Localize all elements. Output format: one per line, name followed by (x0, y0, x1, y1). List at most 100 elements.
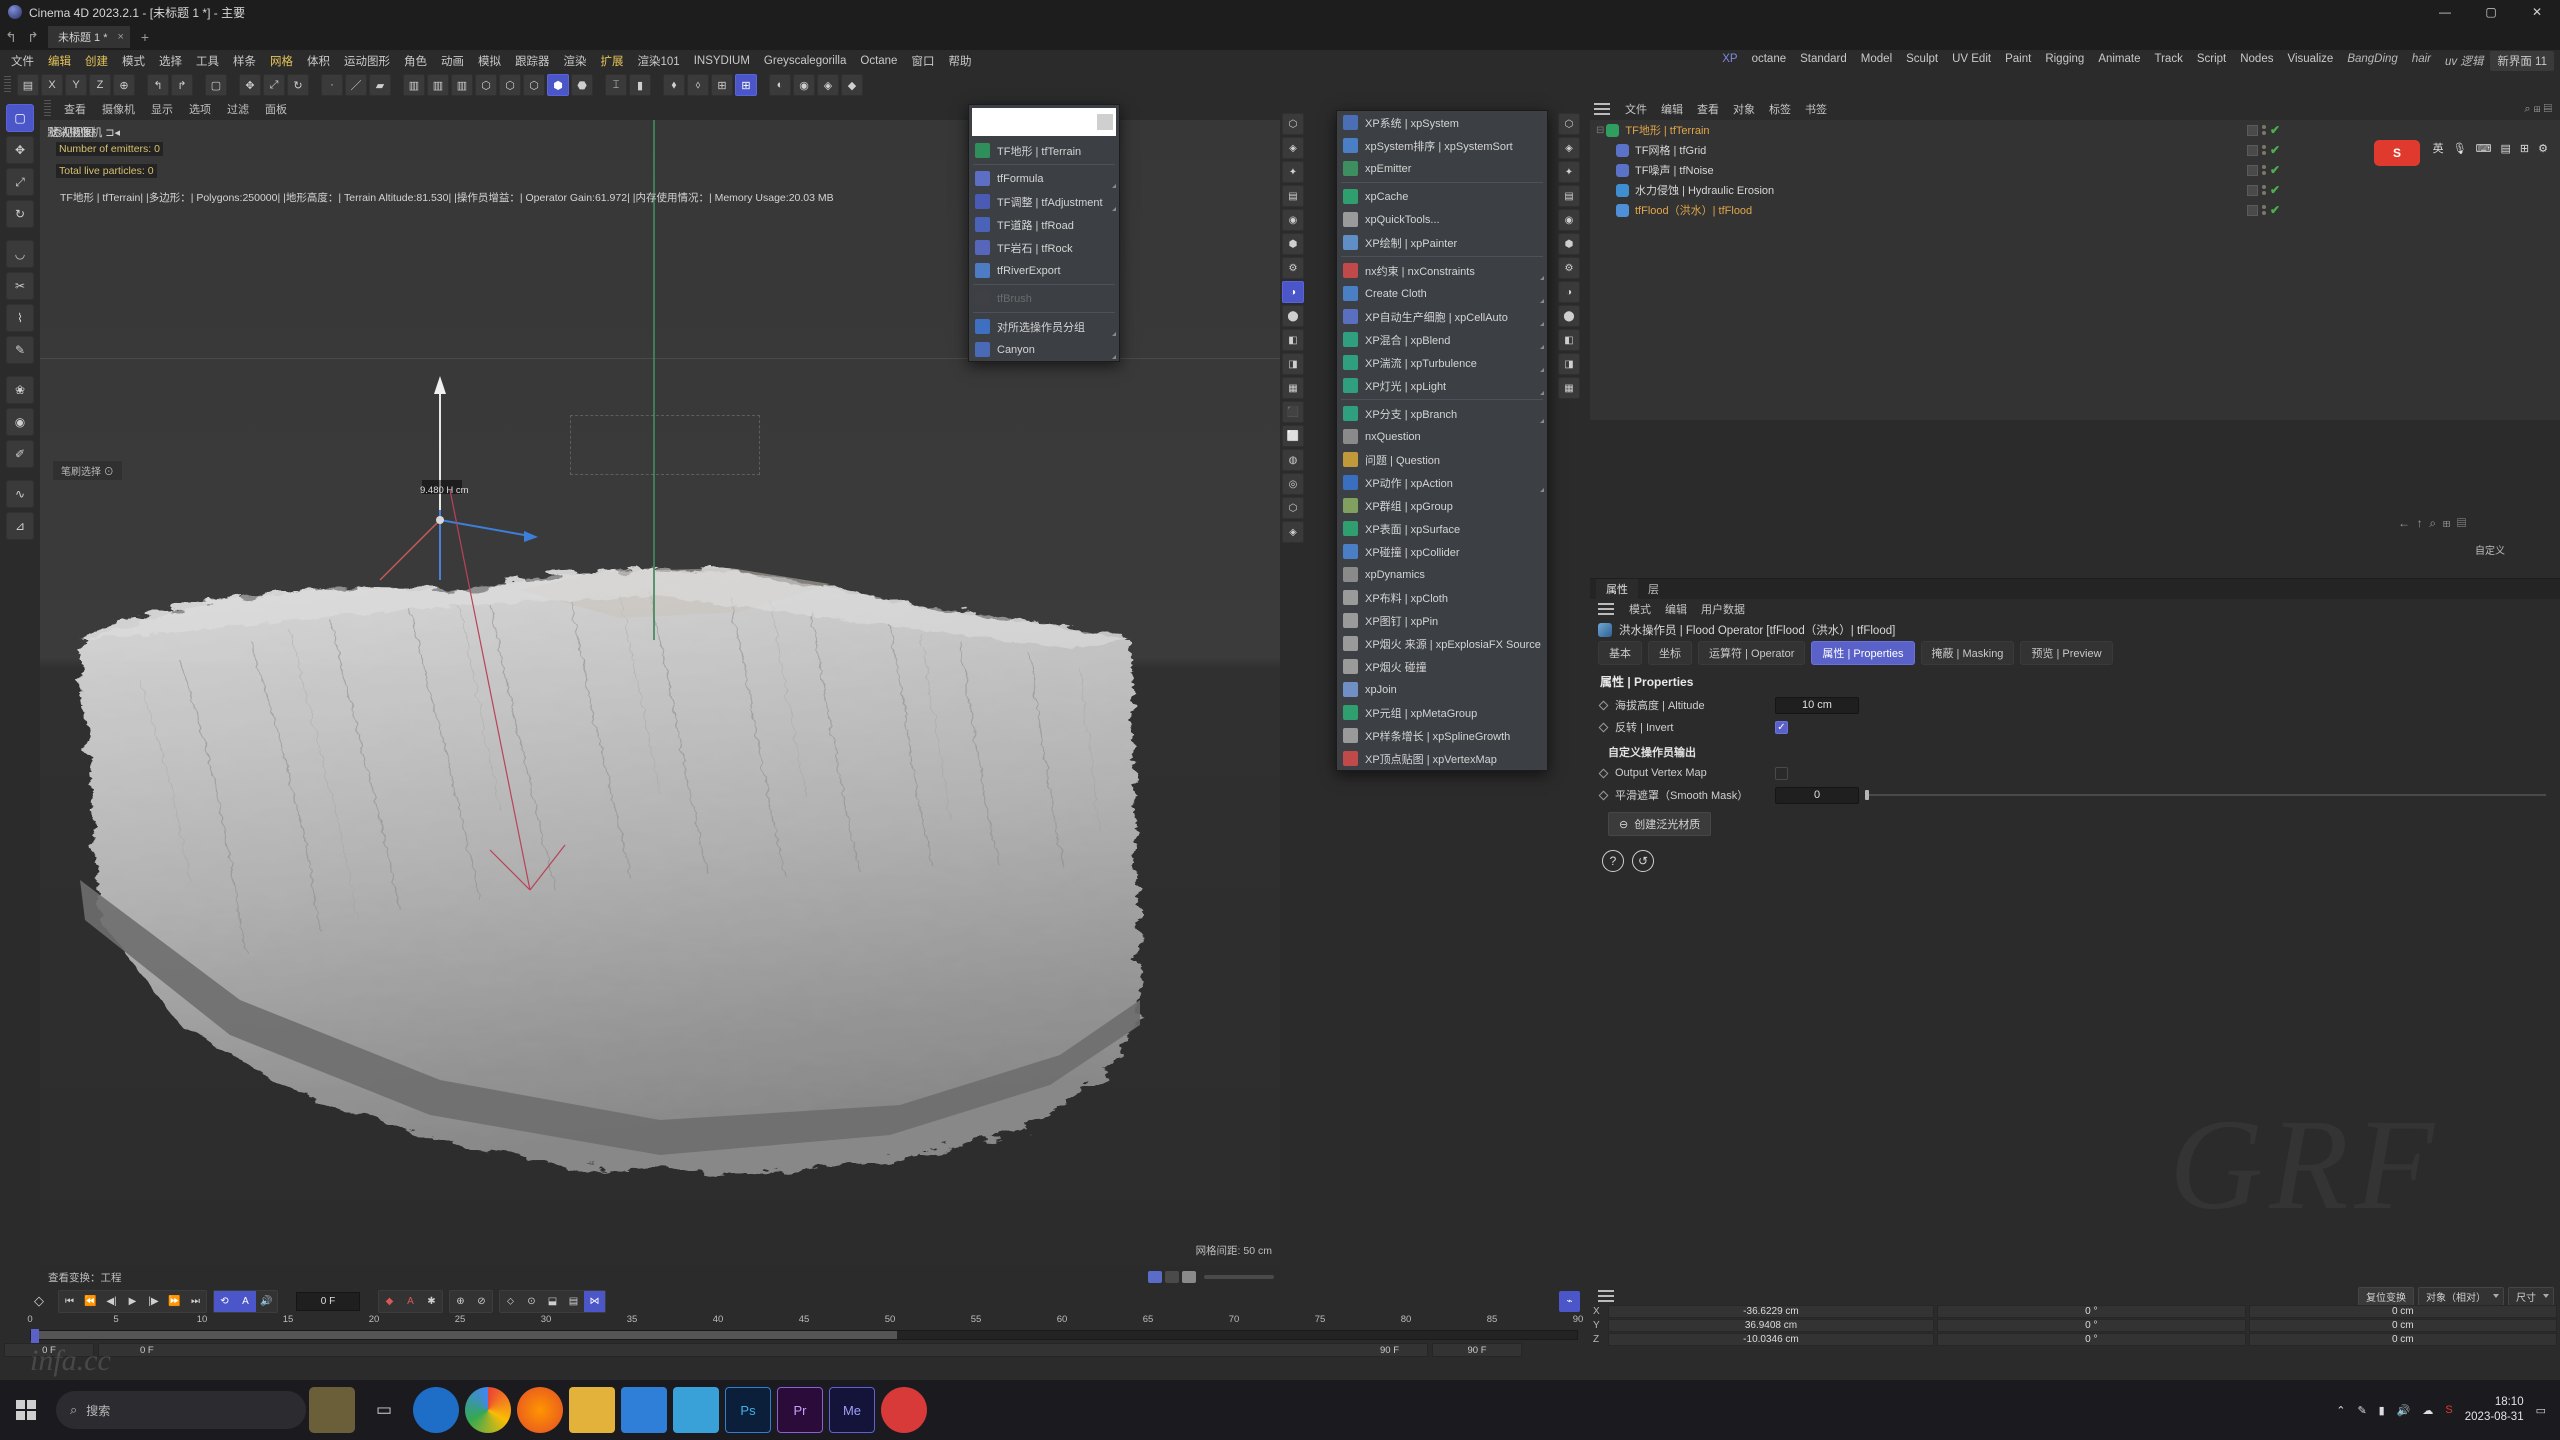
cloud-icon[interactable]: ☁ (2422, 1404, 2433, 1417)
menu-item-4[interactable]: 选择 (152, 51, 189, 71)
vtool2-button-7[interactable]: ◑ (1558, 281, 1580, 303)
layout-tab-14[interactable]: hair (2405, 51, 2438, 71)
vtool1-button-10[interactable]: ◨ (1282, 353, 1304, 375)
snap2-icon[interactable]: ⬡ (499, 74, 521, 96)
menu-item-8[interactable]: 体积 (300, 51, 337, 71)
ime-lang-label[interactable]: 英 (2433, 140, 2444, 156)
keyframe-diamond-icon[interactable] (1598, 768, 1609, 778)
create-bloom-material-button[interactable]: ⊖ 创建泛光材质 (1608, 812, 1712, 836)
xp-menu-item-5[interactable]: XP绘制 | xpPainter (1337, 231, 1547, 254)
tag-icon[interactable] (2246, 204, 2258, 216)
document-tab[interactable]: 未标题 1 * × (48, 26, 130, 48)
viewport-menu-3[interactable]: 选项 (181, 101, 219, 117)
key-scale-toggle[interactable]: ⬦ (500, 1291, 521, 1312)
xp-menu-item-10[interactable]: XP湍流 | xpTurbulence (1337, 351, 1547, 374)
taskbar-thumbnail[interactable] (309, 1387, 355, 1433)
vtool2-button-4[interactable]: ◉ (1558, 209, 1580, 231)
move-lock-icon[interactable]: ▤ (17, 74, 39, 96)
poly-mode-icon[interactable]: ▰ (369, 74, 391, 96)
add-tab-icon[interactable]: + (134, 26, 156, 48)
tf-menu-item-5[interactable]: tfRiverExport (969, 259, 1119, 282)
layout-tab-8[interactable]: Animate (2091, 51, 2147, 71)
workplane-icon[interactable]: ⌶ (605, 74, 627, 96)
tf-menu-item-4[interactable]: TF岩石 | tfRock (969, 236, 1119, 259)
xp-menu-item-16[interactable]: XP群组 | xpGroup (1337, 494, 1547, 517)
tag-icon[interactable] (2246, 124, 2258, 136)
enable-check-icon[interactable]: ✔ (2270, 183, 2280, 197)
menu-item-20[interactable]: 窗口 (904, 51, 941, 71)
xp-menu-item-3[interactable]: xpCache (1337, 185, 1547, 208)
layout-tab-13[interactable]: BangDing (2340, 51, 2405, 71)
xp-menu-item-8[interactable]: XP自动生产细胞 | xpCellAuto (1337, 305, 1547, 328)
menu-item-14[interactable]: 渲染 (557, 51, 594, 71)
vtool2-button-10[interactable]: ◨ (1558, 353, 1580, 375)
mic-icon[interactable]: 🎙 (2453, 142, 2467, 155)
vtool2-button-9[interactable]: ◧ (1558, 329, 1580, 351)
preview-end-field[interactable]: 90 F (1432, 1343, 1522, 1357)
store-icon[interactable] (673, 1387, 719, 1433)
xp-menu-item-15[interactable]: XP动作 | xpAction (1337, 471, 1547, 494)
view-layout-icon-3[interactable] (1182, 1271, 1196, 1283)
loop-toggle[interactable]: ⟲ (214, 1290, 235, 1312)
menu-item-0[interactable]: 文件 (4, 51, 41, 71)
vtool1-button-16[interactable]: ⬡ (1282, 497, 1304, 519)
menu-item-7[interactable]: 网格 (263, 51, 300, 71)
record-keyframe-icon[interactable]: ◇ (26, 1288, 52, 1314)
object-row-0[interactable]: ⊟ TF地形 | tfTerrain ✔ (1590, 120, 2560, 140)
xp-menu-item-27[interactable]: XP顶点贴图 | xpVertexMap (1337, 747, 1547, 770)
xp-menu-item-17[interactable]: XP表面 | xpSurface (1337, 517, 1547, 540)
om-menu-4[interactable]: 标签 (1762, 101, 1798, 117)
layout-tab-2[interactable]: Standard (1793, 51, 1854, 71)
transport-button-3[interactable]: ▶ (122, 1291, 143, 1312)
record-icon[interactable] (881, 1387, 927, 1433)
visibility-dots[interactable] (2261, 125, 2266, 135)
coordinate-mode-select[interactable]: 对象（相对） (2418, 1286, 2504, 1306)
rot-field[interactable]: 0 ° (1937, 1318, 2246, 1332)
object-row-4[interactable]: tfFlood（洪水）| tfFlood ✔ (1590, 200, 2560, 220)
keyframe-diamond-icon[interactable] (1598, 790, 1609, 800)
key-rotation-toggle[interactable]: ⊘ (471, 1291, 492, 1312)
view-layout-icon-1[interactable] (1148, 1271, 1162, 1283)
layout-tab-0[interactable]: XP (1715, 51, 1744, 71)
y-axis-icon[interactable]: Y (65, 74, 87, 96)
menu-item-11[interactable]: 动画 (434, 51, 471, 71)
menu-item-5[interactable]: 工具 (189, 51, 226, 71)
menu-item-1[interactable]: 编辑 (41, 51, 78, 71)
vtool1-button-13[interactable]: ⬜ (1282, 425, 1304, 447)
vtool1-button-3[interactable]: ▤ (1282, 185, 1304, 207)
rotate-icon[interactable]: ↻ (287, 74, 309, 96)
menu-item-10[interactable]: 角色 (397, 51, 434, 71)
network-icon[interactable]: ▮ (2379, 1404, 2385, 1417)
rot-field[interactable]: 0 ° (1937, 1332, 2246, 1346)
mat2-icon[interactable]: ◆ (841, 74, 863, 96)
task-view-icon[interactable]: ▭ (361, 1387, 407, 1433)
visibility-dots[interactable] (2261, 165, 2266, 175)
dropdown-search-box[interactable] (972, 108, 1116, 136)
om-menu-3[interactable]: 对象 (1726, 101, 1762, 117)
snap3-icon[interactable]: ⬡ (523, 74, 545, 96)
snap1-icon[interactable]: ⬡ (475, 74, 497, 96)
layout-tab-5[interactable]: UV Edit (1945, 51, 1998, 71)
premiere-icon[interactable]: Pr (777, 1387, 823, 1433)
keyframe-diamond-icon[interactable] (1598, 700, 1609, 710)
vtool1-button-11[interactable]: ▦ (1282, 377, 1304, 399)
menu-item-9[interactable]: 运动图形 (337, 51, 397, 71)
transport-button-4[interactable]: |▶ (143, 1291, 164, 1312)
xp-menu-item-12[interactable]: XP分支 | xpBranch (1337, 402, 1547, 425)
panel-icon[interactable]: ▤ (2501, 142, 2511, 155)
layout-tab-3[interactable]: Model (1854, 51, 1899, 71)
x-axis-icon[interactable]: X (41, 74, 63, 96)
mail-icon[interactable] (621, 1387, 667, 1433)
transport-button-6[interactable]: ⏭ (185, 1291, 206, 1312)
key-pla-toggle[interactable]: ⬓ (542, 1291, 563, 1312)
media-encoder-icon[interactable]: Me (829, 1387, 875, 1433)
menu-item-13[interactable]: 跟踪器 (508, 51, 557, 71)
record-button[interactable]: ◆ (379, 1291, 400, 1312)
new-layout-button[interactable]: 新界面 11 (2490, 51, 2554, 71)
render1-icon[interactable]: ◐ (769, 74, 791, 96)
key-anim-toggle[interactable]: ⋈ (584, 1290, 605, 1312)
om-menu-1[interactable]: 编辑 (1654, 101, 1690, 117)
search-clear-icon[interactable] (1097, 114, 1113, 130)
taskbar-clock[interactable]: 18:10 2023-08-31 (2465, 1395, 2524, 1425)
comb3-icon[interactable]: ▥ (451, 74, 473, 96)
